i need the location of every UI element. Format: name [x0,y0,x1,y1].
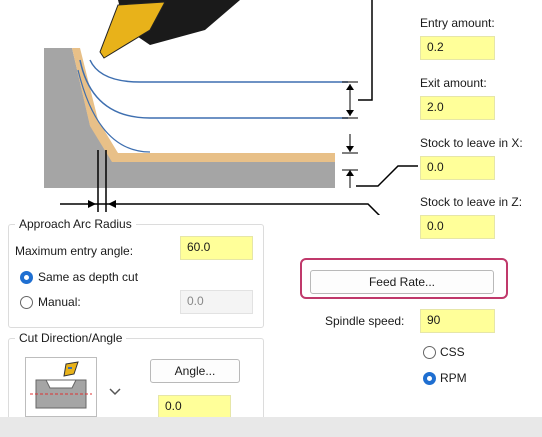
css-label: CSS [440,345,465,359]
stock-x-field[interactable]: 0.0 [420,156,495,180]
rpm-label: RPM [440,371,467,385]
angle-button[interactable]: Angle... [150,359,240,383]
toolpath-diagram [44,0,418,215]
cut-direction-preview[interactable] [25,357,97,417]
cut-direction-title: Cut Direction/Angle [15,331,127,345]
entry-amount-label: Entry amount: [420,16,495,30]
rpm-radio[interactable] [423,372,436,385]
toolpath-line-2 [79,59,348,119]
exit-amount-label: Exit amount: [420,76,487,90]
max-entry-angle-label: Maximum entry angle: [15,244,134,258]
stock-x-label: Stock to leave in X: [420,136,523,150]
stock-z-field[interactable]: 0.0 [420,215,495,239]
manual-radio[interactable] [20,296,33,309]
spindle-speed-label: Spindle speed: [325,314,405,328]
feed-rate-button[interactable]: Feed Rate... [310,270,494,294]
bottom-bar [0,417,542,437]
max-entry-angle-field[interactable]: 60.0 [180,236,253,260]
manual-label: Manual: [38,295,81,309]
spindle-speed-field[interactable]: 90 [420,309,495,333]
exit-amount-field[interactable]: 2.0 [420,96,495,120]
angle-field[interactable]: 0.0 [158,395,231,419]
css-radio[interactable] [423,346,436,359]
stock-z-label: Stock to leave in Z: [420,195,523,209]
cut-direction-thumbnail-icon [30,361,92,409]
same-as-depth-label: Same as depth cut [38,270,139,284]
same-as-depth-radio[interactable] [20,271,33,284]
approach-arc-title: Approach Arc Radius [15,217,136,231]
manual-field[interactable]: 0.0 [180,290,253,314]
chevron-down-icon[interactable] [108,386,122,396]
toolpath-line-1 [89,59,348,83]
entry-amount-field[interactable]: 0.2 [420,36,495,60]
stock-shape [72,48,335,162]
